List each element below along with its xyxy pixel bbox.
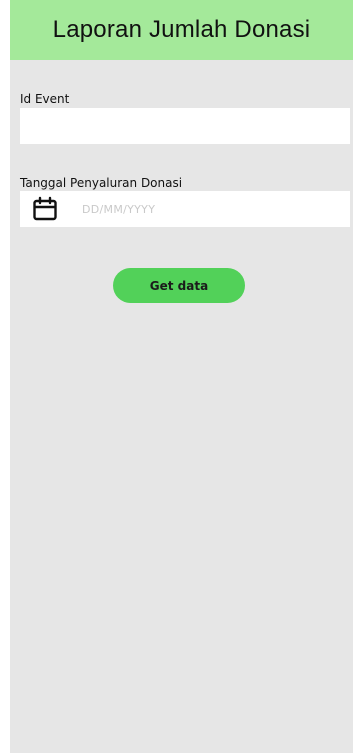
distribution-date-label: Tanggal Penyaluran Donasi [20, 176, 183, 190]
distribution-date-field[interactable] [20, 191, 350, 227]
event-id-input[interactable] [20, 108, 350, 144]
calendar-icon[interactable] [32, 196, 58, 222]
get-data-button[interactable]: Get data [113, 268, 245, 303]
event-id-label: Id Event [20, 92, 70, 106]
app-screen: Laporan Jumlah Donasi Id Event Tanggal P… [10, 0, 353, 753]
app-header: Laporan Jumlah Donasi [10, 0, 353, 60]
page-title: Laporan Jumlah Donasi [52, 16, 311, 43]
distribution-date-input[interactable] [80, 193, 324, 225]
